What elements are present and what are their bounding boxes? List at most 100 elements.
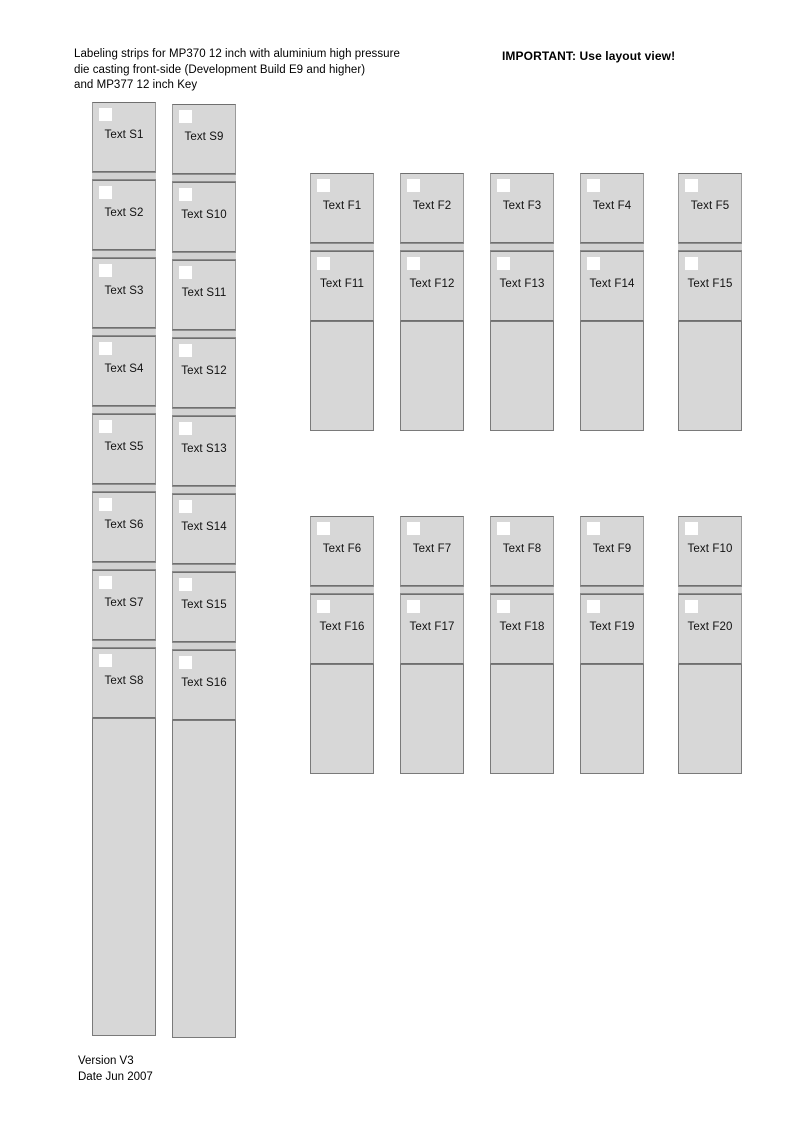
blank-strip-area[interactable] xyxy=(580,664,644,774)
strip-separator xyxy=(678,586,742,594)
label-cell[interactable]: Text S10 xyxy=(172,182,236,252)
key-marker-square-icon xyxy=(179,188,192,201)
document-title-line-1: Labeling strips for MP370 12 inch with a… xyxy=(74,48,400,60)
key-marker-square-icon xyxy=(99,654,112,667)
key-marker-square-icon xyxy=(497,257,510,270)
label-cell[interactable]: Text F13 xyxy=(490,251,554,321)
key-marker-square-icon xyxy=(587,600,600,613)
blank-strip-area[interactable] xyxy=(490,321,554,431)
key-marker-square-icon xyxy=(179,344,192,357)
label-cell[interactable]: Text F17 xyxy=(400,594,464,664)
key-marker-square-icon xyxy=(179,110,192,123)
label-cell[interactable]: Text F18 xyxy=(490,594,554,664)
label-cell[interactable]: Text S13 xyxy=(172,416,236,486)
label-cell[interactable]: Text S1 xyxy=(92,102,156,172)
blank-strip-area[interactable] xyxy=(400,664,464,774)
label-cell[interactable]: Text S9 xyxy=(172,104,236,174)
key-marker-square-icon xyxy=(99,420,112,433)
strip-separator xyxy=(400,586,464,594)
blank-strip-area[interactable] xyxy=(310,321,374,431)
key-marker-square-icon xyxy=(317,179,330,192)
key-marker-square-icon xyxy=(317,257,330,270)
label-cell[interactable]: Text S14 xyxy=(172,494,236,564)
label-cell-text: Text S11 xyxy=(181,287,227,299)
strip-separator xyxy=(92,250,156,258)
document-page: Labeling strips for MP370 12 inch with a… xyxy=(0,0,800,1132)
label-cell-text: Text F8 xyxy=(502,543,542,555)
strip-separator xyxy=(92,172,156,180)
key-marker-square-icon xyxy=(685,600,698,613)
key-marker-square-icon xyxy=(407,257,420,270)
blank-strip-area[interactable] xyxy=(310,664,374,774)
blank-strip-area[interactable] xyxy=(92,718,156,1036)
label-cell[interactable]: Text F5 xyxy=(678,173,742,243)
label-cell[interactable]: Text F2 xyxy=(400,173,464,243)
label-cell[interactable]: Text S5 xyxy=(92,414,156,484)
strip-separator xyxy=(580,243,644,251)
label-cell[interactable]: Text S2 xyxy=(92,180,156,250)
key-marker-square-icon xyxy=(587,179,600,192)
label-cell[interactable]: Text F7 xyxy=(400,516,464,586)
label-cell[interactable]: Text S3 xyxy=(92,258,156,328)
label-cell[interactable]: Text S4 xyxy=(92,336,156,406)
label-cell-text: Text S16 xyxy=(181,677,227,689)
key-marker-square-icon xyxy=(179,500,192,513)
label-cell[interactable]: Text F3 xyxy=(490,173,554,243)
strip-separator xyxy=(172,564,236,572)
blank-strip-area[interactable] xyxy=(490,664,554,774)
key-marker-square-icon xyxy=(99,186,112,199)
label-cell-text: Text S13 xyxy=(181,443,227,455)
label-cell-text: Text F11 xyxy=(319,278,365,290)
label-cell-text: Text S9 xyxy=(184,131,224,143)
label-cell-text: Text S2 xyxy=(104,207,144,219)
label-cell[interactable]: Text F4 xyxy=(580,173,644,243)
label-cell[interactable]: Text F16 xyxy=(310,594,374,664)
label-cell[interactable]: Text S6 xyxy=(92,492,156,562)
label-cell[interactable]: Text F8 xyxy=(490,516,554,586)
strip-separator xyxy=(172,408,236,416)
label-cell-text: Text S1 xyxy=(104,129,144,141)
label-cell[interactable]: Text F10 xyxy=(678,516,742,586)
label-cell[interactable]: Text F9 xyxy=(580,516,644,586)
key-marker-square-icon xyxy=(407,600,420,613)
strip-separator xyxy=(490,586,554,594)
strip-separator xyxy=(310,586,374,594)
key-marker-square-icon xyxy=(407,179,420,192)
label-cell-text: Text F6 xyxy=(322,543,362,555)
label-cell[interactable]: Text S12 xyxy=(172,338,236,408)
label-cell[interactable]: Text F11 xyxy=(310,251,374,321)
label-cell[interactable]: Text F14 xyxy=(580,251,644,321)
label-cell[interactable]: Text F19 xyxy=(580,594,644,664)
strip-separator xyxy=(490,243,554,251)
label-cell[interactable]: Text F12 xyxy=(400,251,464,321)
strip-separator xyxy=(172,174,236,182)
blank-strip-area[interactable] xyxy=(172,720,236,1038)
label-cell[interactable]: Text S8 xyxy=(92,648,156,718)
label-cell[interactable]: Text S16 xyxy=(172,650,236,720)
strip-separator xyxy=(172,642,236,650)
label-cell-text: Text S15 xyxy=(181,599,227,611)
label-cell-text: Text S5 xyxy=(104,441,144,453)
label-cell-text: Text F19 xyxy=(589,621,635,633)
blank-strip-area[interactable] xyxy=(678,321,742,431)
blank-strip-area[interactable] xyxy=(400,321,464,431)
key-marker-square-icon xyxy=(99,342,112,355)
key-marker-square-icon xyxy=(99,498,112,511)
label-cell[interactable]: Text F20 xyxy=(678,594,742,664)
version-label: Version V3 xyxy=(78,1055,134,1067)
strip-separator xyxy=(400,243,464,251)
label-cell[interactable]: Text F1 xyxy=(310,173,374,243)
label-cell[interactable]: Text F15 xyxy=(678,251,742,321)
strip-separator xyxy=(172,252,236,260)
key-marker-square-icon xyxy=(497,179,510,192)
strip-separator xyxy=(310,243,374,251)
label-cell[interactable]: Text S15 xyxy=(172,572,236,642)
label-cell[interactable]: Text F6 xyxy=(310,516,374,586)
label-cell[interactable]: Text S11 xyxy=(172,260,236,330)
blank-strip-area[interactable] xyxy=(580,321,644,431)
label-cell[interactable]: Text S7 xyxy=(92,570,156,640)
document-title: Labeling strips for MP370 12 inch with a… xyxy=(74,47,494,94)
label-cell-text: Text S6 xyxy=(104,519,144,531)
label-cell-text: Text F1 xyxy=(322,200,362,212)
blank-strip-area[interactable] xyxy=(678,664,742,774)
